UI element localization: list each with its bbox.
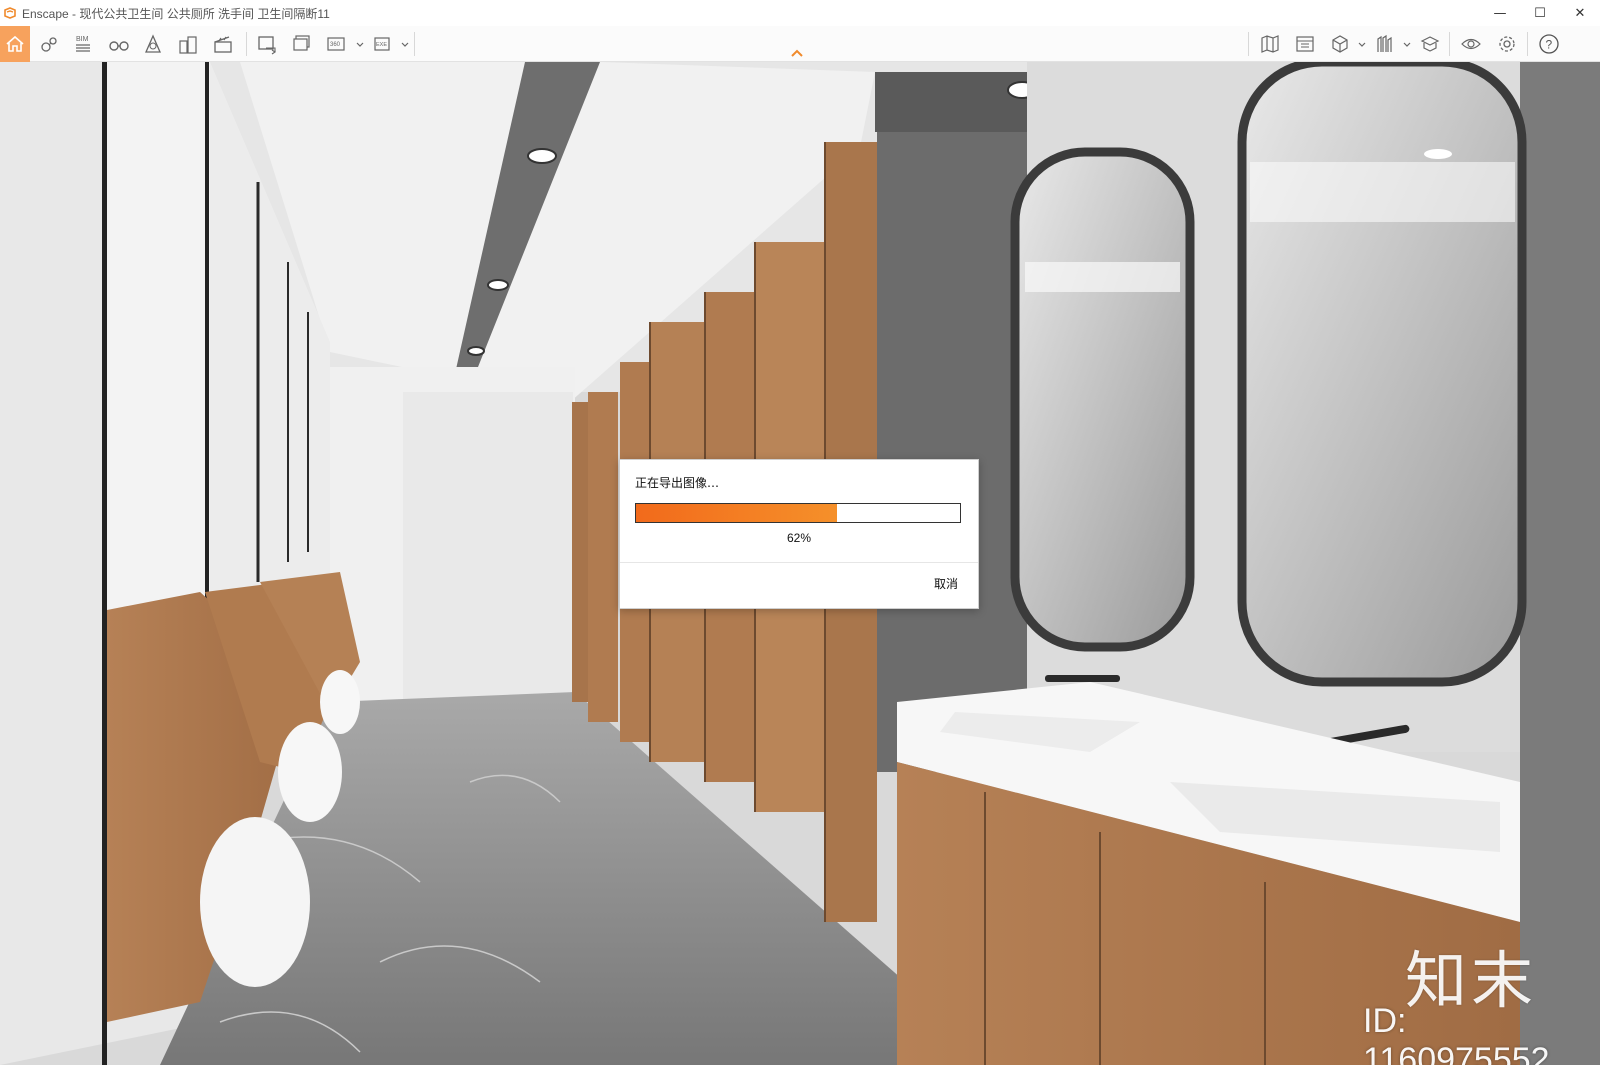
svg-text:EXE: EXE <box>376 42 387 48</box>
enscape-logo-icon <box>4 7 16 19</box>
toolbar-separator <box>1527 32 1528 56</box>
close-icon: ✕ <box>1574 5 1586 21</box>
export-progress-dialog: 正在导出图像… 62% 取消 <box>619 459 979 609</box>
visual-settings-button[interactable] <box>1456 29 1486 59</box>
maximize-button[interactable]: ☐ <box>1520 0 1560 26</box>
dialog-title: 正在导出图像… <box>635 476 720 490</box>
screenshot-button[interactable] <box>252 29 282 59</box>
map-button[interactable] <box>1255 29 1285 59</box>
binoculars-icon <box>109 41 129 51</box>
home-icon <box>6 35 24 52</box>
toolbar-separator <box>1248 32 1249 56</box>
map-icon <box>1261 35 1279 53</box>
close-button[interactable]: ✕ <box>1560 0 1600 26</box>
cube-button[interactable] <box>1325 29 1355 59</box>
svg-text:?: ? <box>1546 38 1553 52</box>
export-exe-icon: EXE <box>374 37 390 51</box>
export-exe-button[interactable]: EXE <box>368 29 398 59</box>
gallery-icon <box>1296 36 1314 52</box>
help-icon: ? <box>1539 34 1559 54</box>
visibility-icon <box>1461 38 1481 50</box>
sun-icon <box>145 34 161 53</box>
chevron-down-icon[interactable] <box>1403 41 1411 49</box>
screenshot-icon <box>258 36 276 55</box>
buildings-button[interactable] <box>173 29 203 59</box>
cube-icon <box>1332 35 1348 53</box>
chevron-down-icon[interactable] <box>1358 41 1366 49</box>
asset-library-button[interactable] <box>1370 29 1400 59</box>
material-editor-button[interactable] <box>1415 29 1445 59</box>
video-editor-button[interactable] <box>208 29 238 59</box>
chevron-up-icon[interactable] <box>790 48 804 58</box>
chevron-down-icon[interactable] <box>356 41 364 49</box>
batch-render-button[interactable] <box>287 29 317 59</box>
bim-icon: BIM <box>76 36 90 52</box>
toolbar-separator <box>1449 32 1450 56</box>
toolbar-separator <box>246 32 247 56</box>
buildings-icon <box>179 36 197 54</box>
minimize-button[interactable]: — <box>1480 0 1520 26</box>
panorama-button[interactable]: 360 <box>322 29 352 59</box>
toolbar-separator <box>414 32 415 56</box>
progress-bar-fill <box>636 504 837 522</box>
panorama-360-icon: 360 <box>327 37 345 51</box>
batch-render-icon <box>293 35 310 51</box>
bim-button[interactable]: BIM <box>68 29 98 59</box>
binoculars-button[interactable] <box>104 29 134 59</box>
svg-text:360: 360 <box>330 42 341 48</box>
svg-text:BIM: BIM <box>76 36 89 43</box>
clapper-icon <box>214 36 232 53</box>
cancel-button[interactable]: 取消 <box>934 575 958 592</box>
chevron-down-icon[interactable] <box>401 41 409 49</box>
gallery-button[interactable] <box>1290 29 1320 59</box>
progress-percent: 62% <box>786 531 812 545</box>
settings-icon <box>1499 36 1515 52</box>
home-button[interactable] <box>0 26 30 62</box>
maximize-icon: ☐ <box>1534 5 1546 21</box>
sun-button[interactable] <box>138 29 168 59</box>
views-button[interactable] <box>34 29 64 59</box>
watermark-id: ID: 1160975552 <box>1363 1002 1550 1065</box>
window-title: Enscape - 现代公共卫生间 公共厕所 洗手间 卫生间隔断11 <box>22 6 330 21</box>
help-button[interactable]: ? <box>1534 29 1564 59</box>
title-bar: Enscape - 现代公共卫生间 公共厕所 洗手间 卫生间隔断11 <box>0 0 1600 26</box>
material-icon <box>1420 36 1440 52</box>
asset-library-icon <box>1377 34 1392 52</box>
progress-bar <box>635 503 961 523</box>
settings-button[interactable] <box>1492 29 1522 59</box>
minimize-icon: — <box>1493 5 1507 21</box>
dialog-divider <box>620 562 978 563</box>
views-icon <box>41 37 57 52</box>
